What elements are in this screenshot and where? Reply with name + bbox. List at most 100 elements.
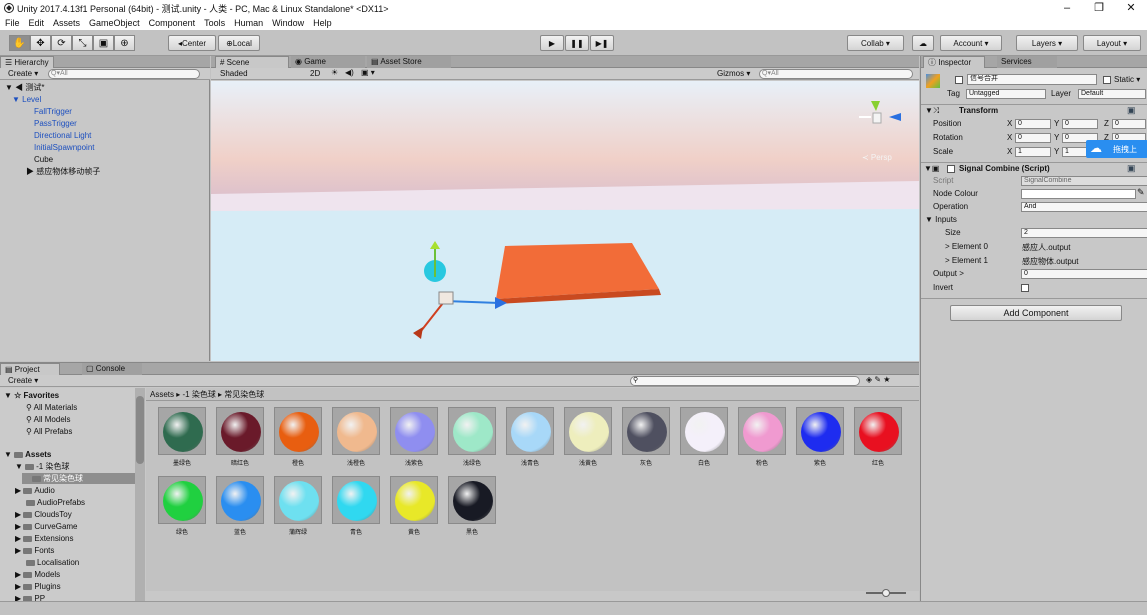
material-label[interactable]: 暗红色	[210, 458, 270, 467]
favorites-all-models[interactable]: ⚲ All Models	[26, 414, 71, 425]
mode-2d-toggle[interactable]: 2D	[310, 69, 320, 78]
assets-folder[interactable]: ▼ Assets	[4, 449, 51, 460]
level-object[interactable]: ▼ Level	[12, 94, 41, 105]
scale-x-field[interactable]: 1	[1015, 147, 1051, 157]
filter-icons[interactable]: ◈ ✎ ★	[866, 375, 890, 384]
transform-help-icon[interactable]: ▣	[1127, 105, 1136, 116]
effects-icon[interactable]: ▣ ▾	[361, 68, 375, 77]
hand-tool-icon[interactable]: ✋	[9, 35, 30, 51]
material-tile[interactable]	[564, 407, 612, 455]
breadcrumb-common[interactable]: 常见染色球	[224, 390, 264, 399]
cloud-overlay-widget[interactable]: ☁ 拖拽上	[1086, 140, 1147, 158]
element1-value[interactable]: 感应物体.output	[1022, 256, 1078, 267]
account-dropdown[interactable]: Account ▾	[940, 35, 1002, 51]
menu-gameobject[interactable]: GameObject	[89, 18, 140, 28]
material-tile[interactable]	[390, 407, 438, 455]
material-tile[interactable]	[854, 407, 902, 455]
inputs-foldout[interactable]: ▼ Inputs	[925, 215, 957, 224]
material-label[interactable]: 浅橙色	[326, 458, 386, 467]
menu-human[interactable]: Human	[234, 18, 263, 28]
folder-plugins[interactable]: ▶ Plugins	[15, 581, 61, 592]
move-tool-icon[interactable]: ✥	[30, 35, 51, 51]
folder-localisation[interactable]: Localisation	[26, 557, 79, 568]
signal-combine-header[interactable]: ▼▣ Signal Combine (Script) ▣	[921, 162, 1147, 175]
static-dropdown[interactable]: Static ▾	[1114, 75, 1140, 84]
icon-size-slider[interactable]	[866, 589, 906, 597]
material-tile[interactable]	[506, 407, 554, 455]
project-tree-scrollbar[interactable]	[135, 388, 145, 602]
position-y-field[interactable]: 0	[1062, 119, 1098, 129]
material-tile[interactable]	[332, 476, 380, 524]
size-field[interactable]: 2	[1021, 228, 1147, 238]
material-label[interactable]: 红色	[848, 458, 908, 467]
material-tile[interactable]	[448, 407, 496, 455]
node-colour-field[interactable]	[1021, 189, 1136, 199]
material-tile[interactable]	[274, 407, 322, 455]
maximize-button[interactable]: ❐	[1083, 0, 1115, 16]
shading-dropdown[interactable]: Shaded	[220, 69, 306, 78]
material-label[interactable]: 白色	[674, 458, 734, 467]
lighting-icon[interactable]: ☀	[331, 68, 338, 77]
favorites-all-prefabs[interactable]: ⚲ All Prefabs	[26, 426, 72, 437]
material-tile[interactable]	[622, 407, 670, 455]
scale-tool-icon[interactable]: ⤡	[72, 35, 93, 51]
tag-dropdown[interactable]: Untagged	[966, 89, 1046, 99]
hierarchy-item-sensor[interactable]: ▶ 感应物体移动帧子	[26, 166, 100, 177]
invert-checkbox[interactable]	[1021, 284, 1029, 292]
step-button[interactable]: ▶❚	[590, 35, 614, 51]
transform-tool-icon[interactable]: ⊕	[114, 35, 135, 51]
material-label[interactable]: 橙色	[268, 458, 328, 467]
close-button[interactable]: ✕	[1115, 0, 1147, 16]
script-enabled-checkbox[interactable]	[947, 165, 955, 173]
material-tile[interactable]	[216, 407, 264, 455]
position-z-field[interactable]: 0	[1112, 119, 1146, 129]
menu-window[interactable]: Window	[272, 18, 304, 28]
hierarchy-item-falltrigger[interactable]: FallTrigger	[34, 106, 72, 117]
material-label[interactable]: 黑色	[442, 527, 502, 536]
material-tile[interactable]	[680, 407, 728, 455]
transform-header[interactable]: ▼⤨ Transform ▣	[921, 104, 1147, 116]
favorites-folder[interactable]: ▼ ☆ Favorites	[4, 390, 59, 401]
menu-file[interactable]: File	[5, 18, 20, 28]
folder-dye-balls[interactable]: ▼ -1 染色球	[15, 461, 69, 472]
gizmos-dropdown[interactable]: Gizmos ▾	[717, 69, 750, 78]
material-label[interactable]: 绿色	[152, 527, 212, 536]
collab-dropdown[interactable]: Collab ▾	[847, 35, 904, 51]
breadcrumb-dye-balls[interactable]: -1 染色球	[182, 390, 215, 399]
material-label[interactable]: 蓝色	[210, 527, 270, 536]
slider-thumb[interactable]	[882, 589, 890, 597]
scrollbar-thumb[interactable]	[136, 396, 144, 464]
layer-dropdown[interactable]: Default	[1078, 89, 1146, 99]
favorites-all-materials[interactable]: ⚲ All Materials	[26, 402, 77, 413]
folder-common-dye-balls[interactable]: 常见染色球	[22, 473, 135, 484]
pause-button[interactable]: ❚❚	[565, 35, 589, 51]
scene-search-input[interactable]: Q▾All	[759, 69, 913, 79]
tab-asset-store[interactable]: ▤ Asset Store	[367, 56, 451, 68]
folder-cloudstoy[interactable]: ▶ CloudsToy	[15, 509, 72, 520]
audio-icon[interactable]: ◀)	[345, 68, 354, 77]
hierarchy-item-initialspawnpoint[interactable]: InitialSpawnpoint	[34, 142, 94, 153]
hierarchy-item-cube[interactable]: Cube	[34, 154, 53, 165]
orientation-cube[interactable]	[872, 112, 882, 124]
hierarchy-create-button[interactable]: Create ▾	[8, 69, 38, 78]
material-label[interactable]: 浅青色	[500, 458, 560, 467]
static-checkbox[interactable]	[1103, 76, 1111, 84]
material-tile[interactable]	[158, 407, 206, 455]
object-name-input[interactable]: 信号合并	[967, 74, 1097, 85]
add-component-button[interactable]: Add Component	[950, 305, 1122, 321]
tab-project[interactable]: ▤ Project	[0, 363, 60, 375]
minimize-button[interactable]: –	[1051, 0, 1083, 16]
folder-extensions[interactable]: ▶ Extensions	[15, 533, 74, 544]
breadcrumb-assets[interactable]: Assets	[150, 390, 174, 399]
cloud-icon[interactable]: ☁	[912, 35, 934, 51]
material-label[interactable]: 浅黄色	[558, 458, 618, 467]
hierarchy-item-directional-light[interactable]: Directional Light	[34, 130, 91, 141]
folder-curvegame[interactable]: ▶ CurveGame	[15, 521, 78, 532]
orientation-y-icon[interactable]	[871, 101, 880, 111]
tab-inspector[interactable]: ⓘ Inspector	[923, 56, 985, 68]
operation-dropdown[interactable]: And	[1021, 202, 1147, 212]
material-label[interactable]: 黄色	[384, 527, 444, 536]
eyedropper-icon[interactable]: ✎	[1137, 187, 1145, 198]
menu-assets[interactable]: Assets	[53, 18, 80, 28]
material-tile[interactable]	[738, 407, 786, 455]
